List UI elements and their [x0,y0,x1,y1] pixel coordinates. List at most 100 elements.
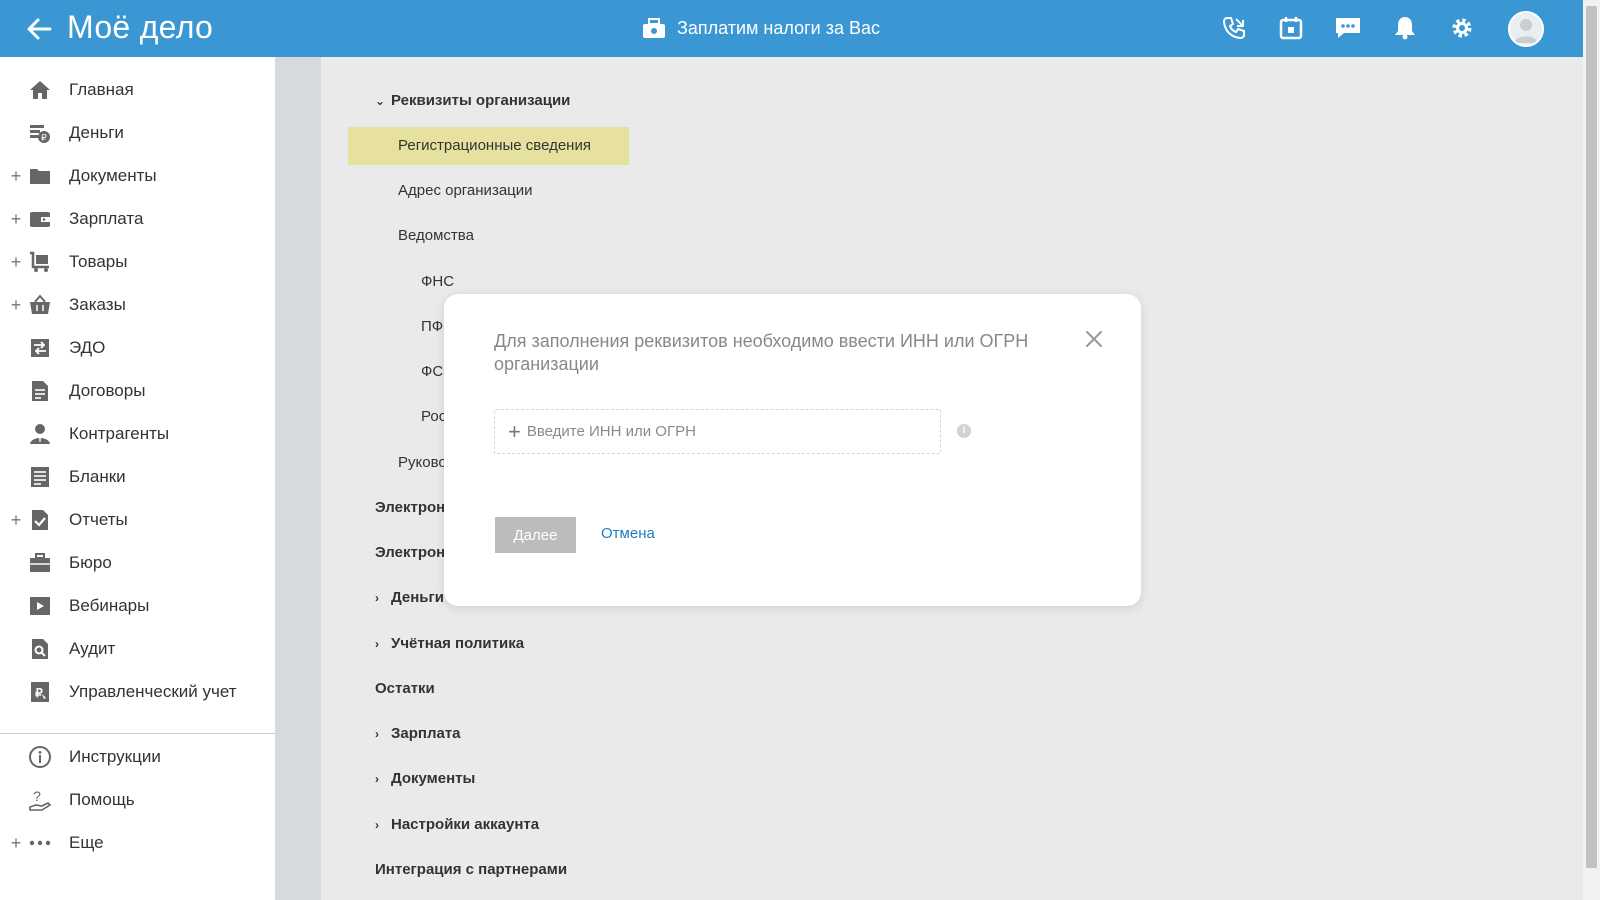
sidebar-item-label: ЭДО [69,338,106,357]
folder-icon [27,163,53,189]
sidebar-divider [0,733,275,734]
webinar-icon [27,593,53,619]
tree-item-agencies[interactable]: Ведомства [398,227,474,244]
sidebar-item-label: Бюро [69,553,112,572]
sidebar-item-label: Договоры [69,381,146,400]
sidebar-item-bureau[interactable]: Бюро [0,543,275,583]
sidebar-item-label: Документы [69,166,157,185]
tree-item-address[interactable]: Адрес организации [398,182,533,199]
content-gutter [275,57,321,900]
tree-item-fns[interactable]: ФНС [421,273,454,290]
chevron-right-icon: › [375,637,379,651]
sidebar-item-label: Вебинары [69,596,150,615]
back-arrow-icon[interactable] [24,14,54,44]
tree-section-electron-2[interactable]: Электрон [375,544,445,561]
sidebar-item-label: Управленческий учет [69,682,237,701]
tree-item-fs[interactable]: ФС [421,363,443,380]
tree-section-balances[interactable]: Остатки [375,680,435,697]
cart-icon [27,249,53,275]
expand-plus-icon[interactable]: + [10,209,22,230]
sidebar-item-money[interactable]: ₽ Деньги [0,113,275,153]
sidebar-item-label: Отчеты [69,510,128,529]
tree-section-accounting-policy[interactable]: › Учётная политика [375,635,524,652]
cancel-button[interactable]: Отмена [601,525,655,542]
tree-section-documents[interactable]: › Документы [375,770,475,787]
inn-ogrn-input[interactable]: + Введите ИНН или ОГРН [494,409,941,454]
sidebar-item-label: Главная [69,80,134,99]
sidebar-item-reports[interactable]: + Отчеты [0,500,275,540]
sidebar-item-label: Инструкции [69,747,161,766]
scrollbar-thumb[interactable] [1586,6,1597,868]
report-icon [27,507,53,533]
tree-section-electron-1[interactable]: Электрон [375,499,445,516]
more-icon [27,830,53,856]
sidebar-item-documents[interactable]: + Документы [0,156,275,196]
sidebar-item-label: Помощь [69,790,135,809]
expand-plus-icon[interactable]: + [10,252,22,273]
sidebar-item-orders[interactable]: + Заказы [0,285,275,325]
sidebar-item-label: Аудит [69,639,116,658]
tree-section-account-settings[interactable]: › Настройки аккаунта [375,816,539,833]
sidebar-item-salary[interactable]: + Зарплата [0,199,275,239]
sidebar-item-webinars[interactable]: Вебинары [0,586,275,626]
form-icon [27,464,53,490]
sidebar-item-label: Зарплата [69,209,144,228]
expand-plus-icon[interactable]: + [10,295,22,316]
tree-section-money[interactable]: › Деньги [375,589,444,606]
inn-dialog: Для заполнения реквизитов необходимо вве… [444,294,1141,606]
app-logo[interactable]: Моё дело [67,9,213,46]
sidebar-item-label: Еще [69,833,104,852]
sidebar-item-label: Деньги [69,123,124,142]
sidebar-item-management[interactable]: ₽ Управленческий учет [0,672,275,712]
top-header: Моё дело Заплатим налоги за Вас [0,0,1583,57]
sidebar-item-label: Контрагенты [69,424,170,443]
avatar[interactable] [1508,11,1544,47]
next-button[interactable]: Далее [495,517,576,553]
tree-item-registration[interactable]: Регистрационные сведения [398,137,591,154]
sidebar-item-help[interactable]: ? Помощь [0,780,275,820]
vertical-scrollbar[interactable] [1583,0,1600,900]
calendar-icon[interactable] [1276,13,1306,43]
svg-text:₽: ₽ [41,133,47,143]
expand-plus-icon[interactable]: + [10,510,22,531]
tree-section-requisites[interactable]: ⌄ Реквизиты организации [375,92,570,109]
chevron-right-icon: › [375,772,379,786]
sidebar-item-more[interactable]: + Еще [0,823,275,863]
promo-banner[interactable]: Заплатим налоги за Вас [641,14,880,42]
close-icon[interactable] [1083,328,1105,350]
sidebar-item-instructions[interactable]: Инструкции [0,737,275,777]
sidebar-item-counterparties[interactable]: Контрагенты [0,414,275,454]
expand-plus-icon[interactable]: + [10,166,22,187]
info-icon[interactable]: i [957,424,971,438]
gear-icon[interactable] [1447,13,1477,43]
tree-item-head[interactable]: Руково [398,454,447,471]
tree-section-salary[interactable]: › Зарплата [375,725,461,742]
sidebar-item-label: Заказы [69,295,126,314]
sidebar: Главная ₽ Деньги + Документы + Зарплата … [0,57,275,900]
briefcase-icon [27,550,53,576]
sidebar-item-contracts[interactable]: Договоры [0,371,275,411]
wallet-icon [27,206,53,232]
sidebar-item-edo[interactable]: ЭДО [0,328,275,368]
basket-icon [27,292,53,318]
expand-plus-icon[interactable]: + [10,833,22,854]
info-icon [27,744,53,770]
tree-item-ros[interactable]: Рос [421,408,446,425]
chat-icon[interactable] [1333,13,1363,43]
dialog-title: Для заполнения реквизитов необходимо вве… [494,331,1029,374]
phone-icon[interactable] [1219,13,1249,43]
sidebar-item-goods[interactable]: + Товары [0,242,275,282]
cashbox-icon [643,18,665,38]
sidebar-item-forms[interactable]: Бланки [0,457,275,497]
contract-icon [27,378,53,404]
chevron-right-icon: › [375,818,379,832]
audit-icon [27,636,53,662]
tree-section-integration[interactable]: Интеграция с партнерами [375,861,567,878]
input-placeholder: Введите ИНН или ОГРН [526,423,696,440]
sidebar-item-main[interactable]: Главная [0,70,275,110]
tree-item-pf[interactable]: ПФ [421,318,443,335]
person-icon [27,421,53,447]
bell-icon[interactable] [1390,13,1420,43]
edo-icon [27,335,53,361]
sidebar-item-audit[interactable]: Аудит [0,629,275,669]
